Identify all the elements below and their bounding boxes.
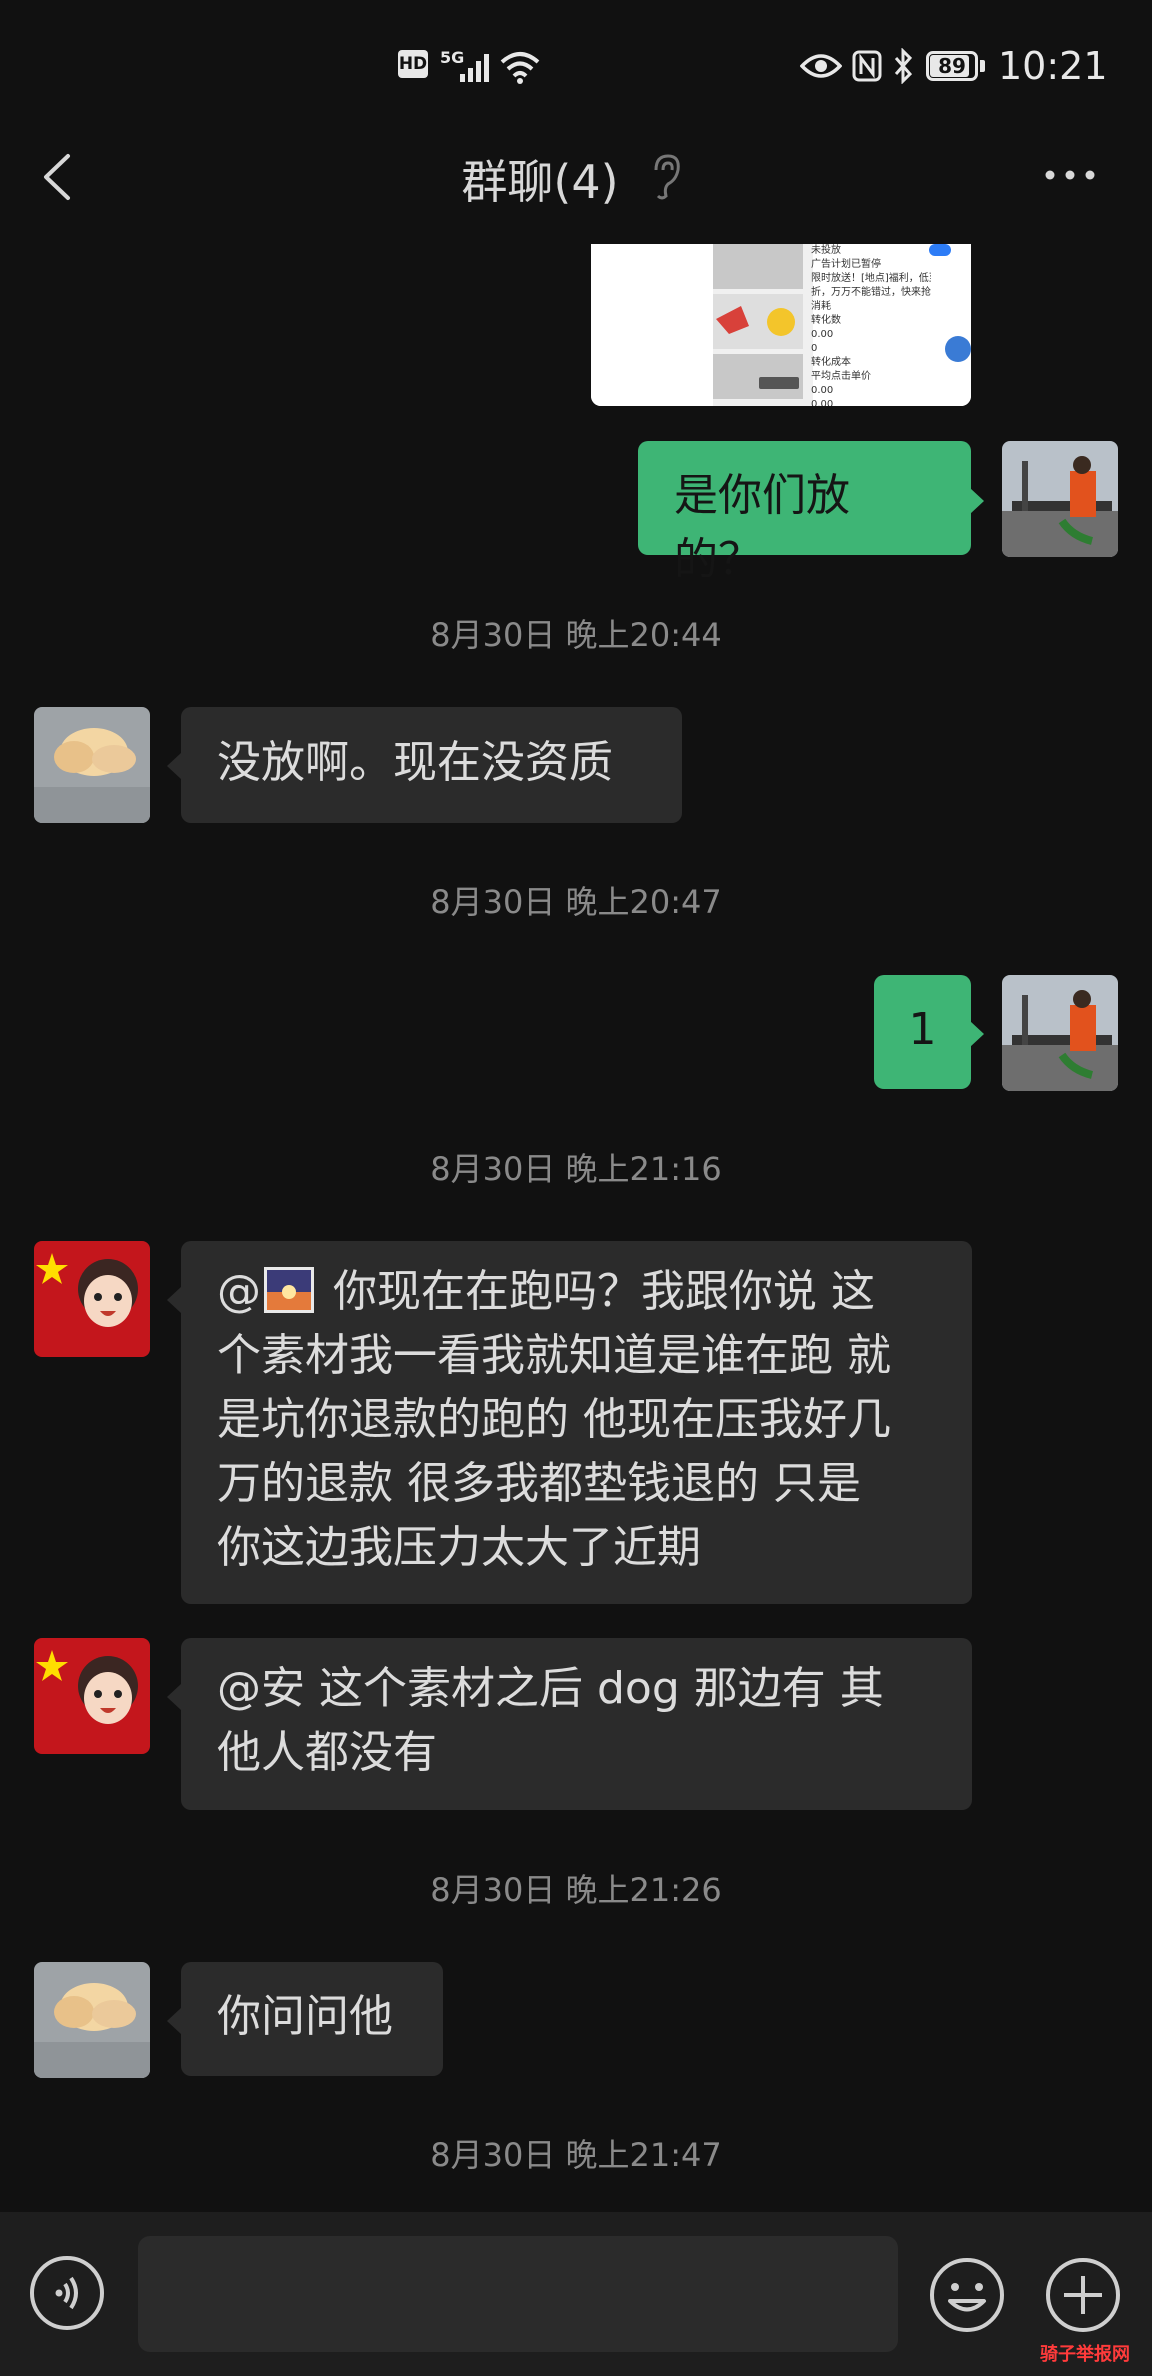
message-line: 是坑你退款的跑的 他现在压我好几	[217, 1394, 891, 1445]
ad-card-line: 转化成本	[811, 357, 851, 368]
message-line: @ 你现在在跑吗？我跟你说 这	[217, 1260, 936, 1324]
chat-title: 群聊(4)	[461, 155, 619, 209]
contact-avatar-flag-cartoon[interactable]	[34, 1638, 150, 1754]
message-bubble-outgoing[interactable]: 是你们放的？	[638, 441, 971, 585]
contact-avatar-flag-cartoon[interactable]	[34, 1241, 150, 1357]
message-line: 万的退款 很多我都垫钱退的 只是	[217, 1458, 861, 1509]
ad-card-line: 广告计划已暂停	[811, 259, 881, 270]
message-text: 你现在在跑吗？我跟你说 这	[333, 1266, 875, 1317]
message-bubble-incoming[interactable]: 你问问他	[181, 1962, 443, 2076]
timestamp: 8月30日 晚上21:47	[430, 2136, 722, 2174]
clock: 10:21	[998, 44, 1108, 88]
ad-card-line: 消耗	[811, 301, 831, 312]
signal-icon	[460, 54, 489, 82]
my-avatar[interactable]	[1002, 441, 1118, 557]
bubble-tail	[970, 1021, 984, 1047]
message-line: 个素材我一看我就知道是谁在跑 就	[217, 1330, 891, 1381]
mention-prefix: @	[217, 1266, 261, 1317]
message-line: @安 这个素材之后 dog 那边有 其	[217, 1663, 884, 1714]
ad-card-line: 0.00	[811, 385, 834, 396]
ad-card-line: 0	[811, 343, 818, 354]
message-bubble-incoming[interactable]: @安 这个素材之后 dog 那边有 其 他人都没有	[181, 1638, 972, 1810]
eye-comfort-icon	[800, 54, 842, 78]
hd-indicator: HD	[398, 50, 428, 78]
status-bar: HD 5G 89 10:21	[0, 0, 1152, 130]
ad-card-line: 平均点击单价	[811, 371, 871, 382]
ad-card-line: 0.00	[811, 399, 834, 406]
ad-card-line: 未投放	[811, 245, 841, 256]
timestamp: 8月30日 晚上20:44	[430, 616, 722, 654]
battery-cap	[980, 60, 985, 72]
ad-card-line: 限时放送！[地点]福利，低至3	[811, 273, 931, 284]
add-attachment-icon[interactable]	[1044, 2256, 1122, 2334]
voice-icon	[55, 2276, 78, 2310]
timestamp: 8月30日 晚上20:47	[430, 883, 722, 921]
watermark: 骑子举报网	[1040, 2344, 1130, 2365]
wifi-icon	[500, 52, 540, 84]
earpiece-mode-icon	[654, 154, 680, 200]
image-message[interactable]: 未投放广告计划已暂停限时放送！[地点]福利，低至3 折，万万不能错过，快来抢...…	[591, 244, 971, 406]
voice-input-button[interactable]	[30, 2256, 104, 2330]
timestamp: 8月30日 晚上21:16	[430, 1150, 722, 1188]
bubble-tail	[167, 1287, 181, 1313]
message-bubble-incoming[interactable]: 没放啊。现在没资质	[181, 707, 682, 823]
ad-card-text: 未投放广告计划已暂停限时放送！[地点]福利，低至3 折，万万不能错过，快来抢...…	[811, 244, 931, 406]
contact-avatar-cloud[interactable]	[34, 1962, 150, 2078]
ad-card-line: 折，万万不能错过，快来抢...	[811, 287, 931, 298]
message-bubble-outgoing[interactable]: 1	[874, 975, 971, 1089]
message-line: 他人都没有	[217, 1727, 437, 1778]
ad-card-line: 0.00	[811, 329, 834, 340]
emoji-icon[interactable]	[928, 2256, 1006, 2334]
bubble-tail	[970, 488, 984, 514]
nfc-icon	[852, 50, 882, 82]
message-line: 你这边我压力太大了近期	[217, 1522, 701, 1573]
message-input[interactable]	[138, 2236, 898, 2352]
bubble-tail	[167, 1684, 181, 1710]
bubble-tail	[167, 753, 181, 779]
contact-avatar-cloud[interactable]	[34, 707, 150, 823]
bubble-tail	[167, 2008, 181, 2034]
more-options-icon[interactable]	[1040, 160, 1100, 190]
bluetooth-icon	[894, 48, 913, 84]
my-avatar[interactable]	[1002, 975, 1118, 1091]
timestamp: 8月30日 晚上21:26	[430, 1871, 722, 1909]
battery-level: 89	[938, 54, 966, 78]
ad-card-line: 转化数	[811, 315, 841, 326]
message-bubble-incoming[interactable]: @ 你现在在跑吗？我跟你说 这 个素材我一看我就知道是谁在跑 就 是坑你退款的跑…	[181, 1241, 972, 1604]
mention-avatar	[264, 1267, 314, 1313]
